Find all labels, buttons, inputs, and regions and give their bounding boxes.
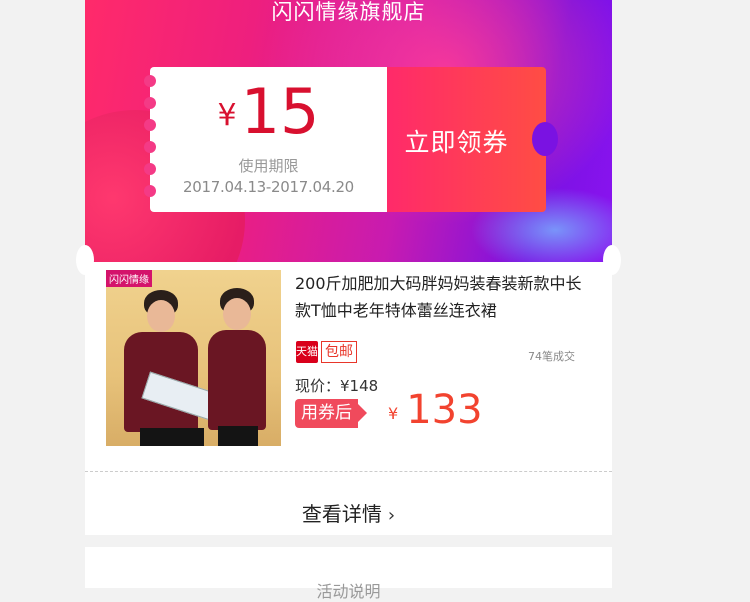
- view-details-label: 查看详情: [301, 502, 382, 526]
- chevron-right-icon: ›: [387, 505, 396, 526]
- claim-coupon-label: 立即领券: [404, 128, 509, 157]
- coupon-validity-label: 使用期限: [238, 157, 299, 175]
- activity-rules-heading: 活动说明: [316, 582, 381, 601]
- coupon-currency: ¥: [217, 98, 237, 133]
- ticket-notch: [532, 122, 558, 156]
- after-coupon-badge: 用券后: [295, 399, 367, 428]
- final-price: ¥133: [388, 390, 483, 430]
- final-price-currency: ¥: [388, 404, 399, 423]
- free-shipping-badge: 包邮: [321, 341, 357, 363]
- coupon-value-panel: ¥15 使用期限 2017.04.13-2017.04.20: [144, 67, 387, 212]
- final-price-value: 133: [406, 387, 483, 433]
- section-gap: [85, 535, 612, 547]
- product-title[interactable]: 200斤加肥加大码胖妈妈装春装新款中长款T恤中老年特体蕾丝连衣裙: [295, 270, 595, 324]
- dashed-divider: [85, 471, 612, 472]
- card-notch-left: [76, 245, 94, 275]
- tmall-icon: 天猫: [296, 341, 318, 363]
- card-notch-right: [603, 245, 621, 275]
- sales-count: 74笔成交: [528, 350, 575, 363]
- claim-coupon-button[interactable]: 立即领券: [387, 67, 558, 212]
- coupon-amount: ¥15: [150, 81, 387, 143]
- coupon-banner: 闪闪情缘旗舰店 ¥15 使用期限 2017.04.13-2017.04.20 立…: [85, 0, 612, 262]
- store-name: 闪闪情缘旗舰店: [271, 0, 426, 24]
- image-brand-tag: 闪闪情缘: [106, 270, 152, 287]
- coupon-card: 闪闪情缘旗舰店 ¥15 使用期限 2017.04.13-2017.04.20 立…: [76, 0, 621, 601]
- view-details-link[interactable]: 查看详情 ›: [85, 498, 612, 527]
- product-image[interactable]: 闪闪情缘: [106, 270, 281, 446]
- coupon-validity-dates: 2017.04.13-2017.04.20: [183, 178, 354, 196]
- coupon-amount-value: 15: [240, 75, 320, 148]
- current-price: 现价：¥148: [295, 377, 379, 395]
